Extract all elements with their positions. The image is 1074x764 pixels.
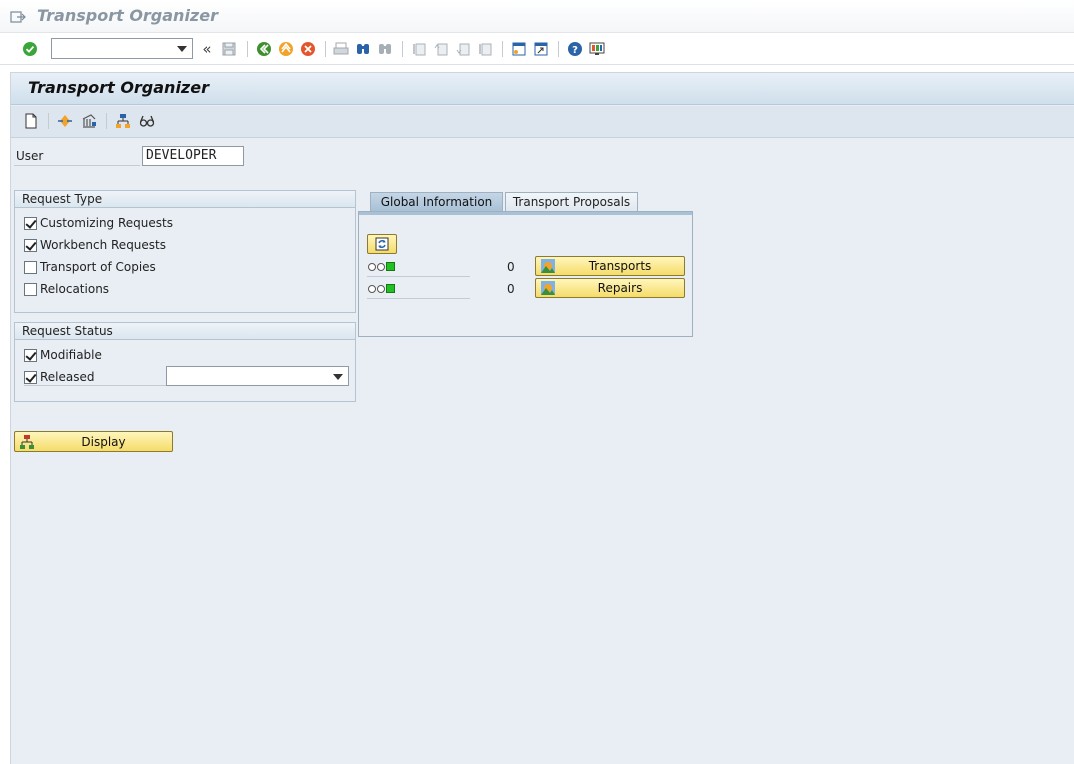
- hierarchy-icon[interactable]: [113, 111, 133, 131]
- screen-header: Transport Organizer: [11, 73, 1074, 105]
- tab-global-information[interactable]: Global Information: [370, 192, 503, 211]
- next-page-icon[interactable]: [453, 39, 473, 59]
- find-next-icon[interactable]: [375, 39, 395, 59]
- command-history-icon[interactable]: «: [197, 39, 217, 59]
- light-off-icon: [368, 262, 376, 271]
- released-option[interactable]: Released: [24, 368, 95, 386]
- modifiable-label: Modifiable: [40, 348, 102, 362]
- shortcut-icon[interactable]: [531, 39, 551, 59]
- modifiable-checkbox[interactable]: [24, 348, 37, 362]
- relocations-label: Relocations: [40, 282, 110, 296]
- tab-panel-global-information: 0 Transports 0 Repairs: [358, 211, 693, 337]
- refresh-icon: [374, 236, 390, 252]
- customize-layout-icon[interactable]: [587, 39, 607, 59]
- repairs-button-label: Repairs: [597, 281, 643, 295]
- system-menu-icon[interactable]: [10, 9, 26, 25]
- light-off-icon: [377, 284, 385, 293]
- refresh-button[interactable]: [367, 234, 397, 254]
- green-light-icon: [386, 284, 395, 293]
- released-date-value: [167, 367, 171, 381]
- find-icon[interactable]: [353, 39, 373, 59]
- status-lights: [368, 284, 396, 293]
- workbench-requests-option[interactable]: Workbench Requests: [24, 236, 166, 254]
- first-page-icon[interactable]: [409, 39, 429, 59]
- last-page-icon[interactable]: [475, 39, 495, 59]
- back-icon[interactable]: [254, 39, 274, 59]
- new-session-icon[interactable]: [509, 39, 529, 59]
- exit-icon[interactable]: [276, 39, 296, 59]
- cancel-icon[interactable]: [298, 39, 318, 59]
- transport-request-icon[interactable]: [79, 111, 99, 131]
- print-icon[interactable]: [331, 39, 351, 59]
- repairs-count: 0: [507, 282, 515, 296]
- repairs-button[interactable]: Repairs: [535, 278, 685, 298]
- chevron-down-icon[interactable]: [177, 46, 187, 52]
- request-status-title: Request Status: [15, 323, 355, 340]
- display-button-label: Display: [81, 434, 126, 449]
- customizing-requests-option[interactable]: Customizing Requests: [24, 214, 173, 232]
- workbench-requests-label: Workbench Requests: [40, 238, 167, 252]
- display-button[interactable]: Display: [14, 431, 173, 452]
- create-document-icon[interactable]: [21, 111, 41, 131]
- relocations-option[interactable]: Relocations: [24, 280, 109, 298]
- title-bar: Transport Organizer: [0, 0, 1074, 33]
- released-checkbox[interactable]: [24, 370, 37, 384]
- chevron-down-icon[interactable]: [333, 374, 343, 380]
- transports-count: 0: [507, 260, 515, 274]
- released-label: Released: [40, 370, 95, 384]
- request-type-group: Request Type Customizing Requests Workbe…: [14, 190, 356, 313]
- customizing-requests-label: Customizing Requests: [40, 216, 173, 230]
- command-input[interactable]: [52, 39, 172, 58]
- save-icon[interactable]: [219, 39, 239, 59]
- command-field[interactable]: [51, 38, 193, 59]
- user-label: User: [16, 149, 44, 163]
- transport-of-copies-option[interactable]: Transport of Copies: [24, 258, 156, 276]
- light-off-icon: [368, 284, 376, 293]
- transports-button-label: Transports: [588, 259, 652, 273]
- window-title: Transport Organizer: [37, 6, 218, 25]
- svg-text:?: ?: [572, 45, 578, 56]
- transports-button[interactable]: Transports: [535, 256, 685, 276]
- page-title: Transport Organizer: [28, 78, 209, 97]
- transport-of-copies-checkbox[interactable]: [24, 260, 37, 274]
- customizing-requests-checkbox[interactable]: [24, 216, 37, 230]
- enter-icon[interactable]: [20, 39, 40, 59]
- released-date-select[interactable]: [166, 366, 349, 386]
- tab-transport-proposals[interactable]: Transport Proposals: [505, 192, 638, 211]
- transport-of-copies-label: Transport of Copies: [40, 260, 156, 274]
- previous-page-icon[interactable]: [431, 39, 451, 59]
- light-off-icon: [377, 262, 385, 271]
- modifiable-option[interactable]: Modifiable: [24, 346, 102, 364]
- display-request-icon[interactable]: [55, 111, 75, 131]
- green-light-icon: [386, 262, 395, 271]
- glasses-icon[interactable]: [137, 111, 157, 131]
- request-type-title: Request Type: [15, 191, 355, 208]
- relocations-checkbox[interactable]: [24, 282, 37, 296]
- user-field[interactable]: DEVELOPER: [142, 146, 244, 166]
- workbench-requests-checkbox[interactable]: [24, 238, 37, 252]
- repair-icon: [540, 280, 556, 296]
- request-status-group: Request Status Modifiable Released: [14, 322, 356, 402]
- hierarchy-icon: [19, 434, 35, 450]
- status-lights: [368, 262, 396, 271]
- help-icon[interactable]: ?: [565, 39, 585, 59]
- transport-icon: [540, 258, 556, 274]
